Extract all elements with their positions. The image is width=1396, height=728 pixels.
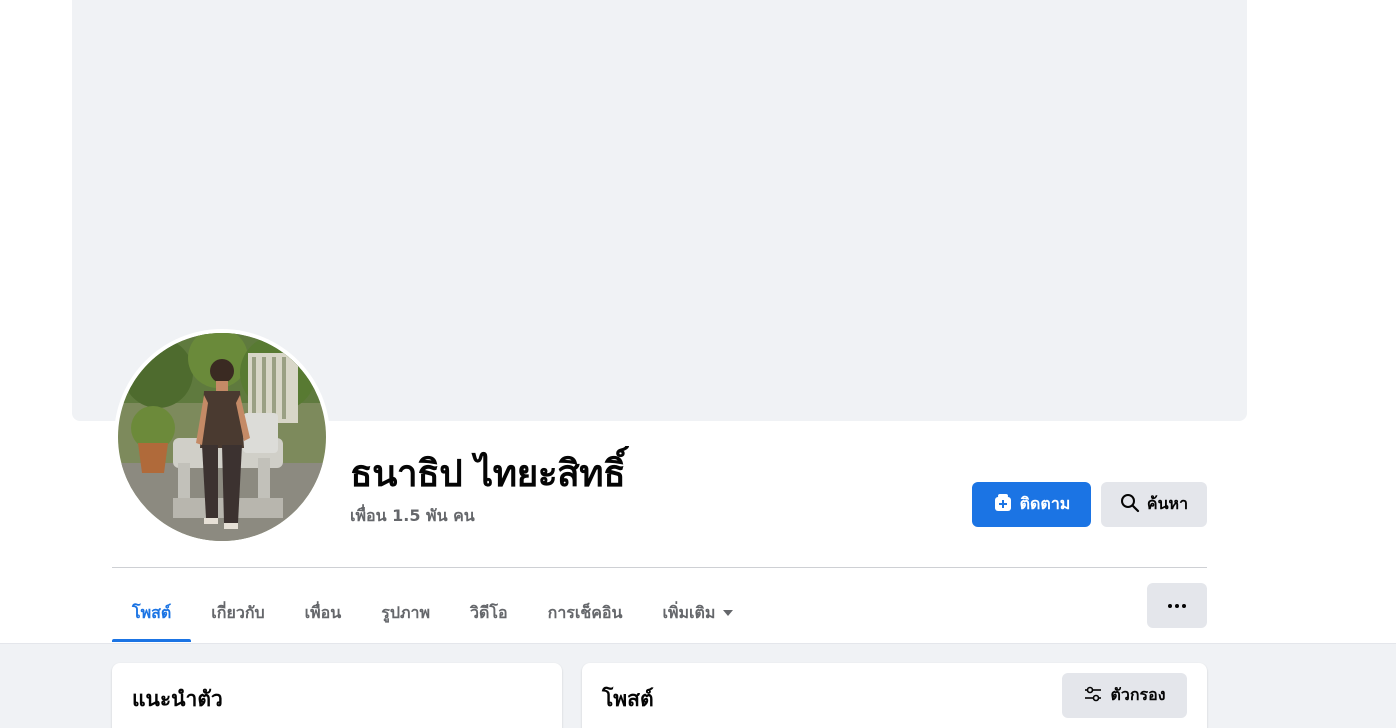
search-button[interactable]: ค้นหา — [1101, 482, 1207, 527]
search-button-label: ค้นหา — [1146, 494, 1189, 513]
filter-button-label: ตัวกรอง — [1110, 685, 1166, 704]
tab-posts[interactable]: โพสต์ — [112, 584, 192, 642]
tab-label: รูปภาพ — [381, 602, 431, 622]
caret-down-icon — [723, 610, 734, 616]
tab-label: วิดีโอ — [470, 602, 508, 622]
profile-picture[interactable] — [118, 333, 326, 541]
more-dots-icon — [1175, 603, 1179, 608]
tab-checkins[interactable]: การเช็คอิน — [528, 584, 643, 642]
tab-videos[interactable]: วิดีโอ — [450, 584, 528, 642]
tab-about[interactable]: เกี่ยวกับ — [191, 584, 284, 642]
profile-name: ธนาธิป ไทยะสิทธิ์ — [350, 452, 626, 495]
tab-photos[interactable]: รูปภาพ — [361, 584, 450, 642]
profile-tabs: โพสต์ เกี่ยวกับ เพื่อน รูปภาพ วิดีโอ การ… — [112, 584, 753, 642]
tab-label: โพสต์ — [132, 602, 172, 622]
more-options-button[interactable] — [1147, 583, 1207, 628]
tab-more[interactable]: เพิ่มเติม — [642, 584, 753, 642]
tab-friends[interactable]: เพื่อน — [285, 584, 362, 642]
follow-add-icon — [993, 493, 1013, 517]
intro-card: แนะนำตัว — [112, 663, 562, 728]
intro-title: แนะนำตัว — [132, 687, 223, 711]
search-icon — [1120, 493, 1140, 517]
posts-title: โพสต์ — [602, 687, 654, 711]
header-divider — [112, 567, 1207, 568]
tab-label: เพื่อน — [304, 602, 342, 622]
posts-card: โพสต์ ตัวกรอง — [582, 663, 1207, 728]
filter-sliders-icon — [1083, 684, 1103, 708]
filter-button[interactable]: ตัวกรอง — [1062, 673, 1187, 718]
profile-picture-frame[interactable] — [114, 329, 330, 545]
tab-label: เพิ่มเติม — [662, 602, 716, 622]
tab-label: เกี่ยวกับ — [211, 602, 265, 622]
friends-count[interactable]: เพื่อน 1.5 พัน คน — [350, 504, 475, 529]
more-dots-icon — [1182, 603, 1186, 608]
follow-button[interactable]: ติดตาม — [972, 482, 1091, 527]
tab-label: การเช็คอิน — [547, 602, 623, 622]
more-dots-icon — [1168, 603, 1172, 608]
follow-button-label: ติดตาม — [1019, 494, 1071, 513]
